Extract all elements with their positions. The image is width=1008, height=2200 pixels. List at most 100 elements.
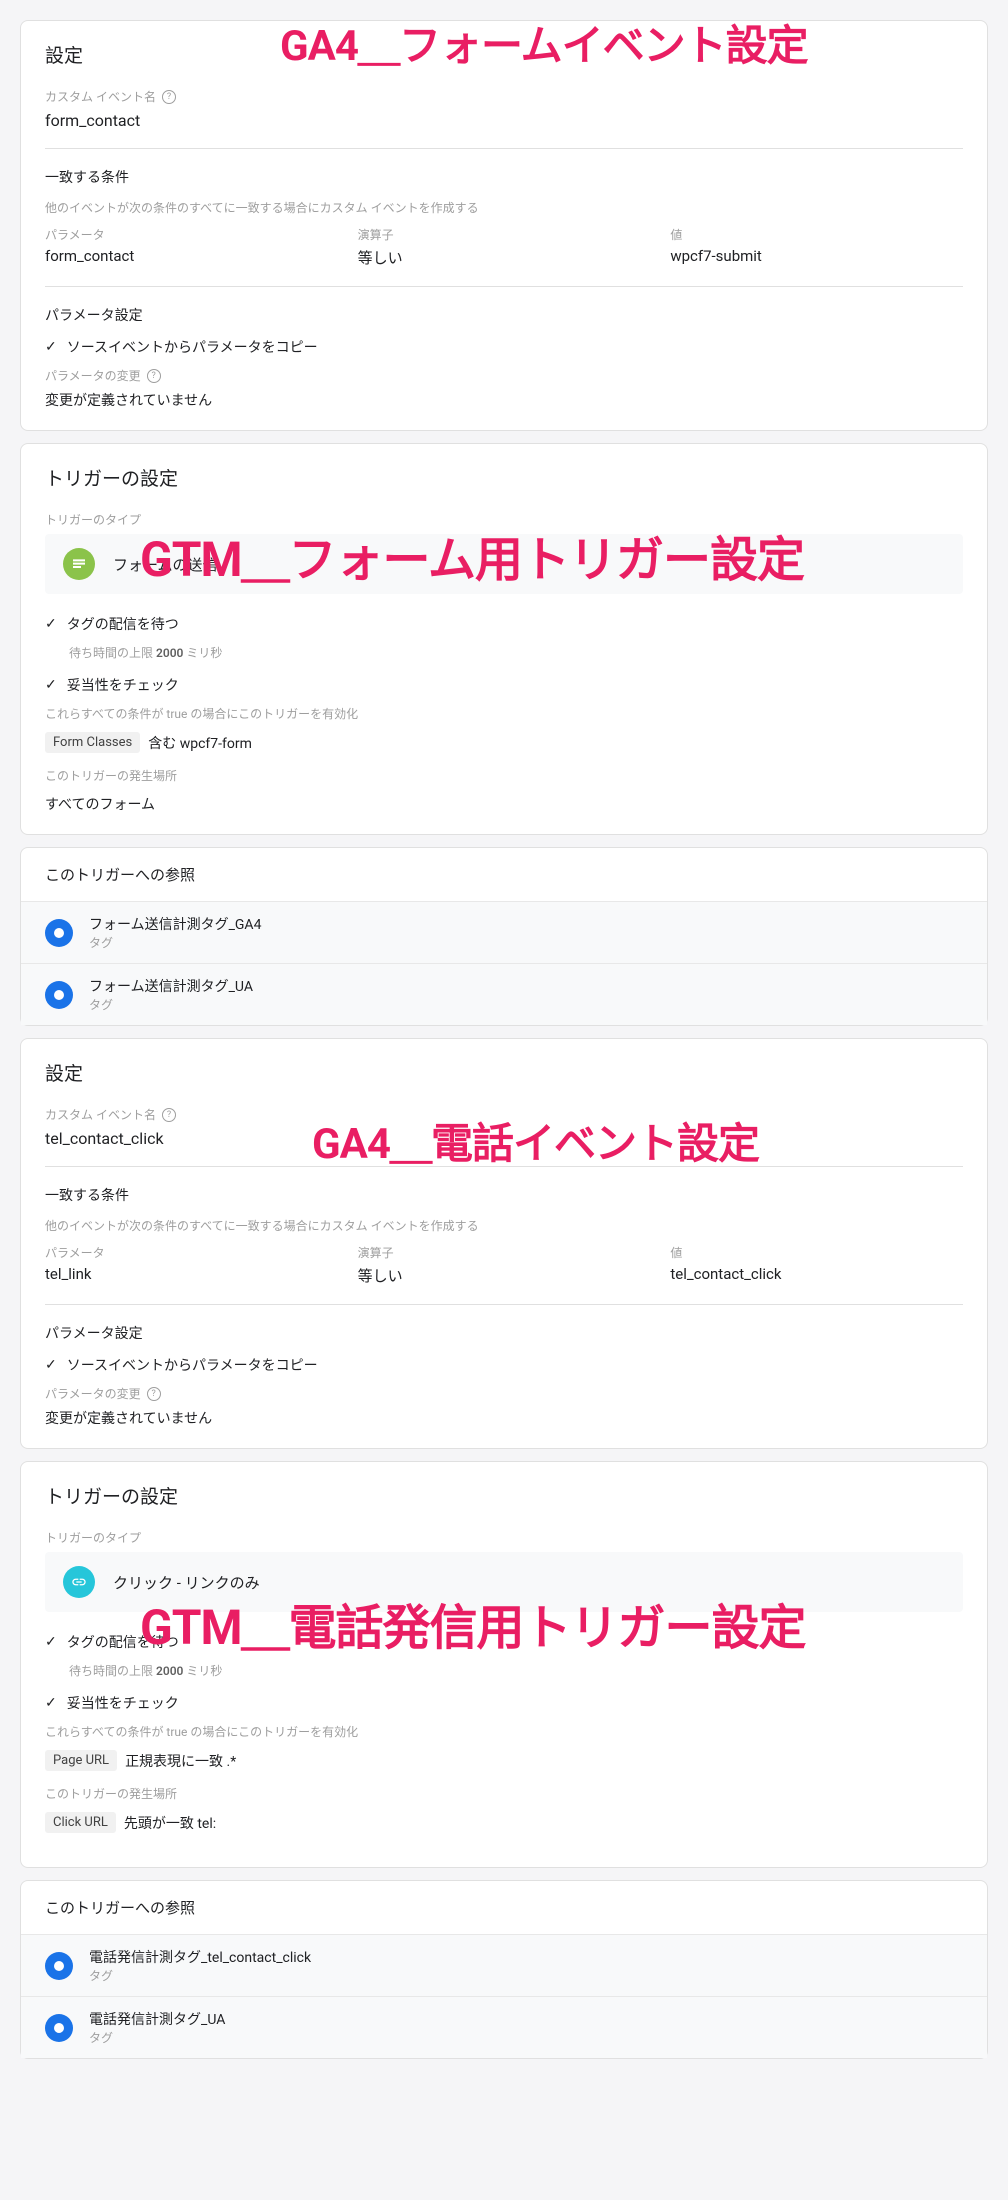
trigger-references-panel-1: このトリガーへの参照 フォーム送信計測タグ_GA4 タグ フォーム送信計測タグ_…: [20, 847, 988, 1026]
reference-item[interactable]: フォーム送信計測タグ_UA タグ: [21, 963, 987, 1025]
custom-event-label: カスタム イベント名 ?: [45, 88, 963, 105]
ref-title: 電話発信計測タグ_tel_contact_click: [89, 1947, 311, 1967]
condition-chips: Page URL 正規表現に一致 .*: [45, 1750, 963, 1771]
op-value: 等しい: [358, 247, 651, 268]
trigger-settings-heading: トリガーの設定: [45, 1482, 963, 1509]
trigger-type-label: トリガーのタイプ: [45, 1529, 963, 1546]
references-heading: このトリガーへの参照: [21, 1881, 987, 1934]
op-label: 演算子: [358, 1244, 651, 1261]
ref-sub: タグ: [89, 934, 261, 951]
trigger-location-label: このトリガーの発生場所: [45, 767, 963, 784]
label-text: カスタム イベント名: [45, 88, 156, 105]
label-text: カスタム イベント名: [45, 1106, 156, 1123]
ref-title: 電話発信計測タグ_UA: [89, 2009, 225, 2029]
val-label: 値: [670, 1244, 963, 1261]
gtm-tel-trigger-panel: トリガーの設定 トリガーのタイプ クリック - リンクのみ ✓ タグの配信を待つ…: [20, 1461, 988, 1868]
validate-item: ✓ 妥当性をチェック: [45, 1693, 963, 1713]
copy-params-text: ソースイベントからパラメータをコピー: [67, 337, 318, 357]
form-submit-icon: [63, 548, 95, 580]
ga4-form-event-panel: 設定 カスタム イベント名 ? form_contact 一致する条件 他のイベ…: [20, 20, 988, 431]
reference-item[interactable]: 電話発信計測タグ_tel_contact_click タグ: [21, 1934, 987, 1996]
validate-text: 妥当性をチェック: [67, 675, 179, 695]
divider: [45, 286, 963, 287]
copy-params-text: ソースイベントからパラメータをコピー: [67, 1355, 318, 1375]
tag-icon: [45, 919, 73, 947]
wait-t3: ミリ秒: [183, 646, 222, 660]
param-settings-heading: パラメータ設定: [45, 1323, 963, 1343]
op-value: 等しい: [358, 1265, 651, 1286]
trigger-location-label: このトリガーの発生場所: [45, 1785, 963, 1802]
overlay-title-3: GA4＿電話イベント設定: [312, 1110, 759, 1171]
param-change-label: パラメータの変更 ?: [45, 1385, 963, 1402]
wait-t2: 2000: [156, 646, 183, 660]
check-icon: ✓: [45, 339, 57, 355]
wait-t2: 2000: [156, 1664, 183, 1678]
help-icon[interactable]: ?: [147, 1387, 161, 1401]
wait-tag-text: タグの配信を待つ: [67, 614, 179, 634]
settings-heading: 設定: [45, 1059, 963, 1086]
chip-regex: 正規表現に一致 .*: [125, 1751, 236, 1771]
wait-t1: 待ち時間の上限: [69, 1664, 156, 1678]
condition-header-row: パラメータ tel_link 演算子 等しい 値 tel_contact_cli…: [45, 1244, 963, 1286]
check-icon: ✓: [45, 677, 57, 693]
wait-t1: 待ち時間の上限: [69, 646, 156, 660]
help-icon[interactable]: ?: [162, 90, 176, 104]
op-label: 演算子: [358, 226, 651, 243]
trigger-references-panel-2: このトリガーへの参照 電話発信計測タグ_tel_contact_click タグ…: [20, 1880, 988, 2059]
link-click-icon: [63, 1566, 95, 1598]
val-value: tel_contact_click: [670, 1265, 963, 1283]
param-label: パラメータ: [45, 1244, 338, 1261]
ref-sub: タグ: [89, 1967, 311, 1984]
check-icon: ✓: [45, 1357, 57, 1373]
reference-item[interactable]: 電話発信計測タグ_UA タグ: [21, 1996, 987, 2058]
wait-time-text: 待ち時間の上限 2000 ミリ秒: [69, 1662, 963, 1679]
param-change-value: 変更が定義されていません: [45, 390, 963, 410]
overlay-title-2: GTM＿フォーム用トリガー設定: [140, 520, 804, 590]
param-settings-heading: パラメータ設定: [45, 305, 963, 325]
overlay-title-4: GTM＿電話発信用トリガー設定: [140, 1588, 806, 1658]
divider: [45, 148, 963, 149]
help-icon[interactable]: ?: [147, 369, 161, 383]
references-heading: このトリガーへの参照: [21, 848, 987, 901]
check-icon: ✓: [45, 1634, 57, 1650]
copy-params-item: ✓ ソースイベントからパラメータをコピー: [45, 337, 963, 357]
trigger-location-value: すべてのフォーム: [45, 794, 963, 814]
chip-starts-with: 先頭が一致 tel:: [124, 1813, 216, 1833]
check-icon: ✓: [45, 616, 57, 632]
divider: [45, 1304, 963, 1305]
match-desc: 他のイベントが次の条件のすべてに一致する場合にカスタム イベントを作成する: [45, 1217, 963, 1234]
chip-page-url: Page URL: [45, 1750, 117, 1771]
tag-icon: [45, 981, 73, 1009]
match-desc: 他のイベントが次の条件のすべてに一致する場合にカスタム イベントを作成する: [45, 199, 963, 216]
match-conditions-heading: 一致する条件: [45, 167, 963, 187]
check-icon: ✓: [45, 1695, 57, 1711]
trigger-settings-heading: トリガーの設定: [45, 464, 963, 491]
custom-event-value: form_contact: [45, 111, 963, 130]
ref-title: フォーム送信計測タグ_UA: [89, 976, 253, 996]
ga4-tel-event-panel: 設定 カスタム イベント名 ? tel_contact_click 一致する条件…: [20, 1038, 988, 1449]
ref-sub: タグ: [89, 996, 253, 1013]
param-change-value: 変更が定義されていません: [45, 1408, 963, 1428]
val-value: wpcf7-submit: [670, 247, 963, 265]
val-label: 値: [670, 226, 963, 243]
validate-item: ✓ 妥当性をチェック: [45, 675, 963, 695]
ref-title: フォーム送信計測タグ_GA4: [89, 914, 261, 934]
chip-form-classes: Form Classes: [45, 732, 140, 753]
enable-label: これらすべての条件が true の場合にこのトリガーを有効化: [45, 1723, 963, 1740]
label-text: パラメータの変更: [45, 367, 141, 384]
param-change-label: パラメータの変更 ?: [45, 367, 963, 384]
chip-click-url: Click URL: [45, 1812, 116, 1833]
condition-chips: Form Classes 含む wpcf7-form: [45, 732, 963, 753]
validate-text: 妥当性をチェック: [67, 1693, 179, 1713]
help-icon[interactable]: ?: [162, 1108, 176, 1122]
param-label: パラメータ: [45, 226, 338, 243]
enable-label: これらすべての条件が true の場合にこのトリガーを有効化: [45, 705, 963, 722]
wait-tag-item: ✓ タグの配信を待つ: [45, 614, 963, 634]
wait-t3: ミリ秒: [183, 1664, 222, 1678]
param-value: form_contact: [45, 247, 338, 265]
gtm-form-trigger-panel: トリガーの設定 トリガーのタイプ フォームの送信 ✓ タグの配信を待つ 待ち時間…: [20, 443, 988, 835]
chip-contains: 含む wpcf7-form: [148, 733, 252, 753]
reference-item[interactable]: フォーム送信計測タグ_GA4 タグ: [21, 901, 987, 963]
condition-header-row: パラメータ form_contact 演算子 等しい 値 wpcf7-submi…: [45, 226, 963, 268]
tag-icon: [45, 2014, 73, 2042]
